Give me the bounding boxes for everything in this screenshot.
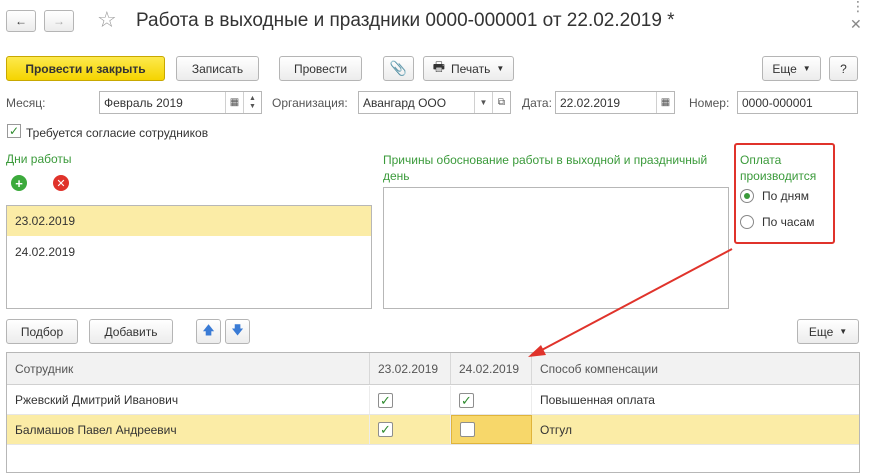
annotation-arrow <box>528 248 733 357</box>
